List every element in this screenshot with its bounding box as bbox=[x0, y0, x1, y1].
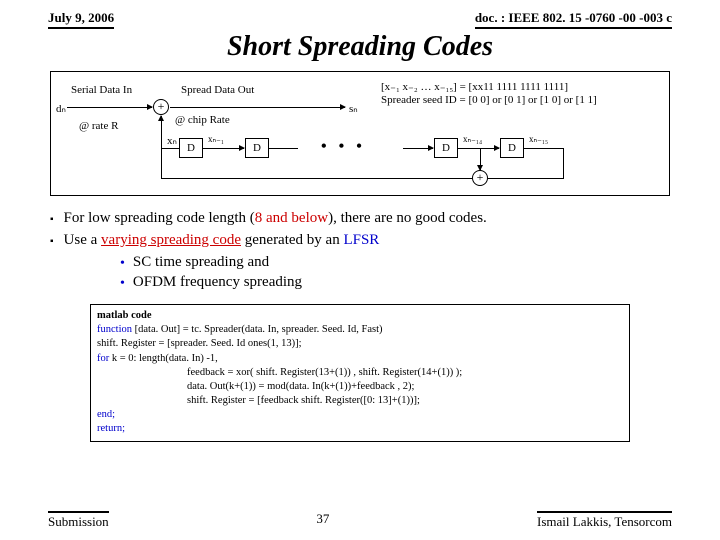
ellipsis-dots: • • • bbox=[321, 138, 366, 156]
bullet-1: ▪ For low spreading code length (8 and b… bbox=[50, 210, 690, 230]
arrow-dn-to-adder bbox=[67, 107, 152, 108]
bullet-2: ▪ Use a varying spreading code generated… bbox=[50, 232, 690, 252]
rate-label: @ rate R bbox=[79, 120, 118, 132]
wire-tap15-to-adder2 bbox=[488, 178, 564, 179]
adder1-icon: + bbox=[153, 99, 169, 115]
wire-d1-d2 bbox=[202, 148, 244, 149]
header-docref: doc. : IEEE 802. 15 -0760 -00 -003 c bbox=[475, 10, 672, 29]
serial-data-in-label: Serial Data In bbox=[71, 84, 132, 96]
seed-id-label: Spreader seed ID = [0 0] or [0 1] or [1 … bbox=[381, 94, 597, 106]
d-register-2: D bbox=[245, 138, 269, 158]
tap15-down bbox=[563, 148, 564, 178]
header-date: July 9, 2006 bbox=[48, 10, 114, 29]
seed-vector-label: [x₋₁ x₋₂ … x₋₁₅] = [xx11 1111 1111 1111] bbox=[381, 80, 568, 93]
code-line: end; bbox=[97, 408, 623, 422]
feedback-up-arrow bbox=[161, 116, 162, 148]
sub-marker: • bbox=[120, 274, 125, 294]
footer-left: Submission bbox=[48, 511, 109, 530]
wire-d2-out bbox=[268, 148, 298, 149]
d-register-14: D bbox=[434, 138, 458, 158]
code-line: return; bbox=[97, 422, 623, 436]
bullet-marker: ▪ bbox=[50, 210, 54, 230]
sub-marker: • bbox=[120, 254, 125, 274]
wire-feedback-left-join bbox=[161, 148, 162, 178]
slide-footer: Submission 37 Ismail Lakkis, Tensorcom bbox=[48, 511, 672, 530]
d-register-1: D bbox=[179, 138, 203, 158]
dn-label: dₙ bbox=[56, 102, 66, 115]
bullet-marker: ▪ bbox=[50, 232, 54, 252]
code-line: shift. Register = [feedback shift. Regis… bbox=[97, 394, 623, 408]
footer-right: Ismail Lakkis, Tensorcom bbox=[537, 511, 672, 530]
sub-bullet-2: •OFDM frequency spreading bbox=[120, 274, 690, 294]
slide-header: July 9, 2006 doc. : IEEE 802. 15 -0760 -… bbox=[0, 0, 720, 29]
xn1-label: xₙ₋₁ bbox=[208, 134, 224, 145]
xn-label: xₙ bbox=[167, 134, 177, 147]
sub-bullets: •SC time spreading and •OFDM frequency s… bbox=[120, 254, 690, 294]
sn-label: sₙ bbox=[349, 102, 358, 115]
chip-rate-label: @ chip Rate bbox=[175, 114, 230, 126]
d-register-15: D bbox=[500, 138, 524, 158]
wire-d4-out bbox=[523, 148, 563, 149]
wire-in-d3 bbox=[403, 148, 433, 149]
footer-page: 37 bbox=[316, 511, 329, 530]
xn14-label: xₙ₋₁₄ bbox=[463, 134, 482, 145]
code-line: data. Out(k+(1)) = mod(data. In(k+(1))+f… bbox=[97, 380, 623, 394]
block-diagram: Serial Data In dₙ @ rate R + Spread Data… bbox=[50, 71, 670, 196]
slide-title: Short Spreading Codes bbox=[0, 31, 720, 63]
wire-d3-d4 bbox=[457, 148, 499, 149]
xn15-label: xₙ₋₁₅ bbox=[529, 134, 548, 145]
code-line: function [data. Out] = tc. Spreader(data… bbox=[97, 323, 623, 337]
code-line: shift. Register = [spreader. Seed. Id on… bbox=[97, 337, 623, 351]
code-line: for k = 0: length(data. In) -1, bbox=[97, 352, 623, 366]
sub-bullet-1: •SC time spreading and bbox=[120, 254, 690, 274]
code-line: feedback = xor( shift. Register(13+(1)) … bbox=[97, 366, 623, 380]
code-title: matlab code bbox=[97, 309, 623, 323]
bullet-list: ▪ For low spreading code length (8 and b… bbox=[50, 210, 690, 294]
arrow-adder-to-sn bbox=[170, 107, 345, 108]
adder2-icon: + bbox=[472, 170, 488, 186]
spread-data-out-label: Spread Data Out bbox=[181, 84, 254, 96]
wire-feedback-h1 bbox=[161, 148, 179, 149]
matlab-code-box: matlab code function [data. Out] = tc. S… bbox=[90, 304, 630, 442]
tap14-down bbox=[480, 148, 481, 170]
wire-feedback-bottom bbox=[161, 178, 472, 179]
